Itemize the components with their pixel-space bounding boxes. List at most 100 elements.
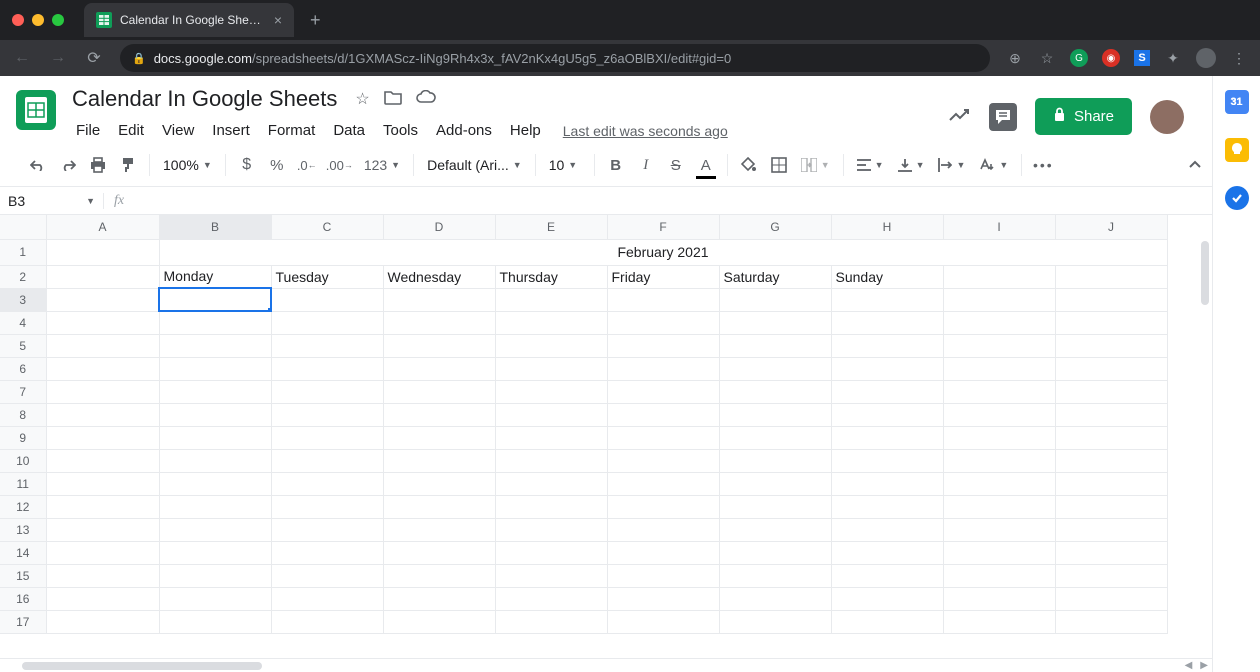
cell-A15[interactable] — [46, 564, 159, 587]
close-tab-icon[interactable]: × — [274, 12, 282, 28]
row-header-14[interactable]: 14 — [0, 541, 46, 564]
cell-I4[interactable] — [943, 311, 1055, 334]
cell-A16[interactable] — [46, 587, 159, 610]
cell-C6[interactable] — [271, 357, 383, 380]
cell-C11[interactable] — [271, 472, 383, 495]
fill-color-button[interactable] — [735, 151, 763, 179]
cell-F10[interactable] — [607, 449, 719, 472]
cell-E16[interactable] — [495, 587, 607, 610]
cell-F17[interactable] — [607, 610, 719, 633]
cell-E4[interactable] — [495, 311, 607, 334]
merged-cell-row1[interactable]: February 2021 — [159, 239, 1167, 265]
cell-I15[interactable] — [943, 564, 1055, 587]
cell-G3[interactable] — [719, 288, 831, 311]
cell-D12[interactable] — [383, 495, 495, 518]
cell-G8[interactable] — [719, 403, 831, 426]
menu-edit[interactable]: Edit — [110, 118, 152, 143]
cell-C13[interactable] — [271, 518, 383, 541]
maximize-window-button[interactable] — [52, 14, 64, 26]
cell-D17[interactable] — [383, 610, 495, 633]
column-header-A[interactable]: A — [46, 215, 159, 239]
sheets-logo-icon[interactable] — [16, 90, 56, 130]
back-button[interactable]: ← — [12, 49, 32, 67]
column-header-E[interactable]: E — [495, 215, 607, 239]
cell-F3[interactable] — [607, 288, 719, 311]
cell-J7[interactable] — [1055, 380, 1167, 403]
cell-D3[interactable] — [383, 288, 495, 311]
cell-F5[interactable] — [607, 334, 719, 357]
undo-button[interactable] — [24, 151, 52, 179]
column-header-C[interactable]: C — [271, 215, 383, 239]
cell-J5[interactable] — [1055, 334, 1167, 357]
cell-G6[interactable] — [719, 357, 831, 380]
cell-G4[interactable] — [719, 311, 831, 334]
new-tab-button[interactable]: + — [310, 10, 321, 31]
horizontal-scrollbar[interactable]: ◀ ▶ — [0, 658, 1212, 672]
paint-format-button[interactable] — [114, 151, 142, 179]
cell-J9[interactable] — [1055, 426, 1167, 449]
column-header-I[interactable]: I — [943, 215, 1055, 239]
font-family-dropdown[interactable]: Default (Ari...▼ — [421, 157, 528, 173]
cell-J6[interactable] — [1055, 357, 1167, 380]
cell-J2[interactable] — [1055, 265, 1167, 288]
cell-B2[interactable]: Monday — [159, 265, 271, 288]
menu-insert[interactable]: Insert — [204, 118, 258, 143]
cell-I5[interactable] — [943, 334, 1055, 357]
cell-B6[interactable] — [159, 357, 271, 380]
cell-B13[interactable] — [159, 518, 271, 541]
vertical-align-button[interactable]: ▼ — [892, 158, 931, 172]
cell-D2[interactable]: Wednesday — [383, 265, 495, 288]
cell-E13[interactable] — [495, 518, 607, 541]
redo-button[interactable] — [54, 151, 82, 179]
profile-avatar-icon[interactable] — [1196, 48, 1216, 68]
cell-D4[interactable] — [383, 311, 495, 334]
cell-I8[interactable] — [943, 403, 1055, 426]
cell-C9[interactable] — [271, 426, 383, 449]
calendar-app-icon[interactable]: 31 — [1225, 90, 1249, 114]
cell-E3[interactable] — [495, 288, 607, 311]
vertical-scrollbar[interactable] — [1198, 239, 1212, 658]
cell-I2[interactable] — [943, 265, 1055, 288]
selection-handle[interactable] — [267, 307, 271, 311]
cell-C12[interactable] — [271, 495, 383, 518]
more-tools-button[interactable]: ••• — [1029, 151, 1057, 179]
user-avatar[interactable] — [1150, 100, 1184, 134]
menu-tools[interactable]: Tools — [375, 118, 426, 143]
scroll-right-icon[interactable]: ▶ — [1200, 660, 1208, 671]
row-header-8[interactable]: 8 — [0, 403, 46, 426]
row-header-10[interactable]: 10 — [0, 449, 46, 472]
cell-H8[interactable] — [831, 403, 943, 426]
cell-A10[interactable] — [46, 449, 159, 472]
borders-button[interactable] — [765, 151, 793, 179]
cell-C3[interactable] — [271, 288, 383, 311]
cell-F2[interactable]: Friday — [607, 265, 719, 288]
cell-J17[interactable] — [1055, 610, 1167, 633]
scroll-left-icon[interactable]: ◀ — [1185, 660, 1193, 671]
menu-data[interactable]: Data — [325, 118, 373, 143]
cell-H11[interactable] — [831, 472, 943, 495]
cell-E5[interactable] — [495, 334, 607, 357]
cell-B14[interactable] — [159, 541, 271, 564]
move-icon[interactable] — [384, 89, 402, 110]
column-header-F[interactable]: F — [607, 215, 719, 239]
cell-G12[interactable] — [719, 495, 831, 518]
bookmark-star-icon[interactable]: ☆ — [1038, 49, 1056, 67]
horizontal-align-button[interactable]: ▼ — [851, 159, 890, 171]
zoom-icon[interactable]: ⊕ — [1006, 49, 1024, 67]
cell-F9[interactable] — [607, 426, 719, 449]
cell-I7[interactable] — [943, 380, 1055, 403]
cell-G5[interactable] — [719, 334, 831, 357]
cell-J11[interactable] — [1055, 472, 1167, 495]
cloud-status-icon[interactable] — [416, 90, 436, 109]
cell-I3[interactable] — [943, 288, 1055, 311]
extension-green-icon[interactable]: G — [1070, 49, 1088, 67]
cell-C15[interactable] — [271, 564, 383, 587]
cell-G17[interactable] — [719, 610, 831, 633]
row-header-9[interactable]: 9 — [0, 426, 46, 449]
cell-F16[interactable] — [607, 587, 719, 610]
last-edit-label[interactable]: Last edit was seconds ago — [563, 123, 728, 139]
font-size-dropdown[interactable]: 10▼ — [543, 157, 587, 173]
row-header-13[interactable]: 13 — [0, 518, 46, 541]
cell-C14[interactable] — [271, 541, 383, 564]
cell-J3[interactable] — [1055, 288, 1167, 311]
